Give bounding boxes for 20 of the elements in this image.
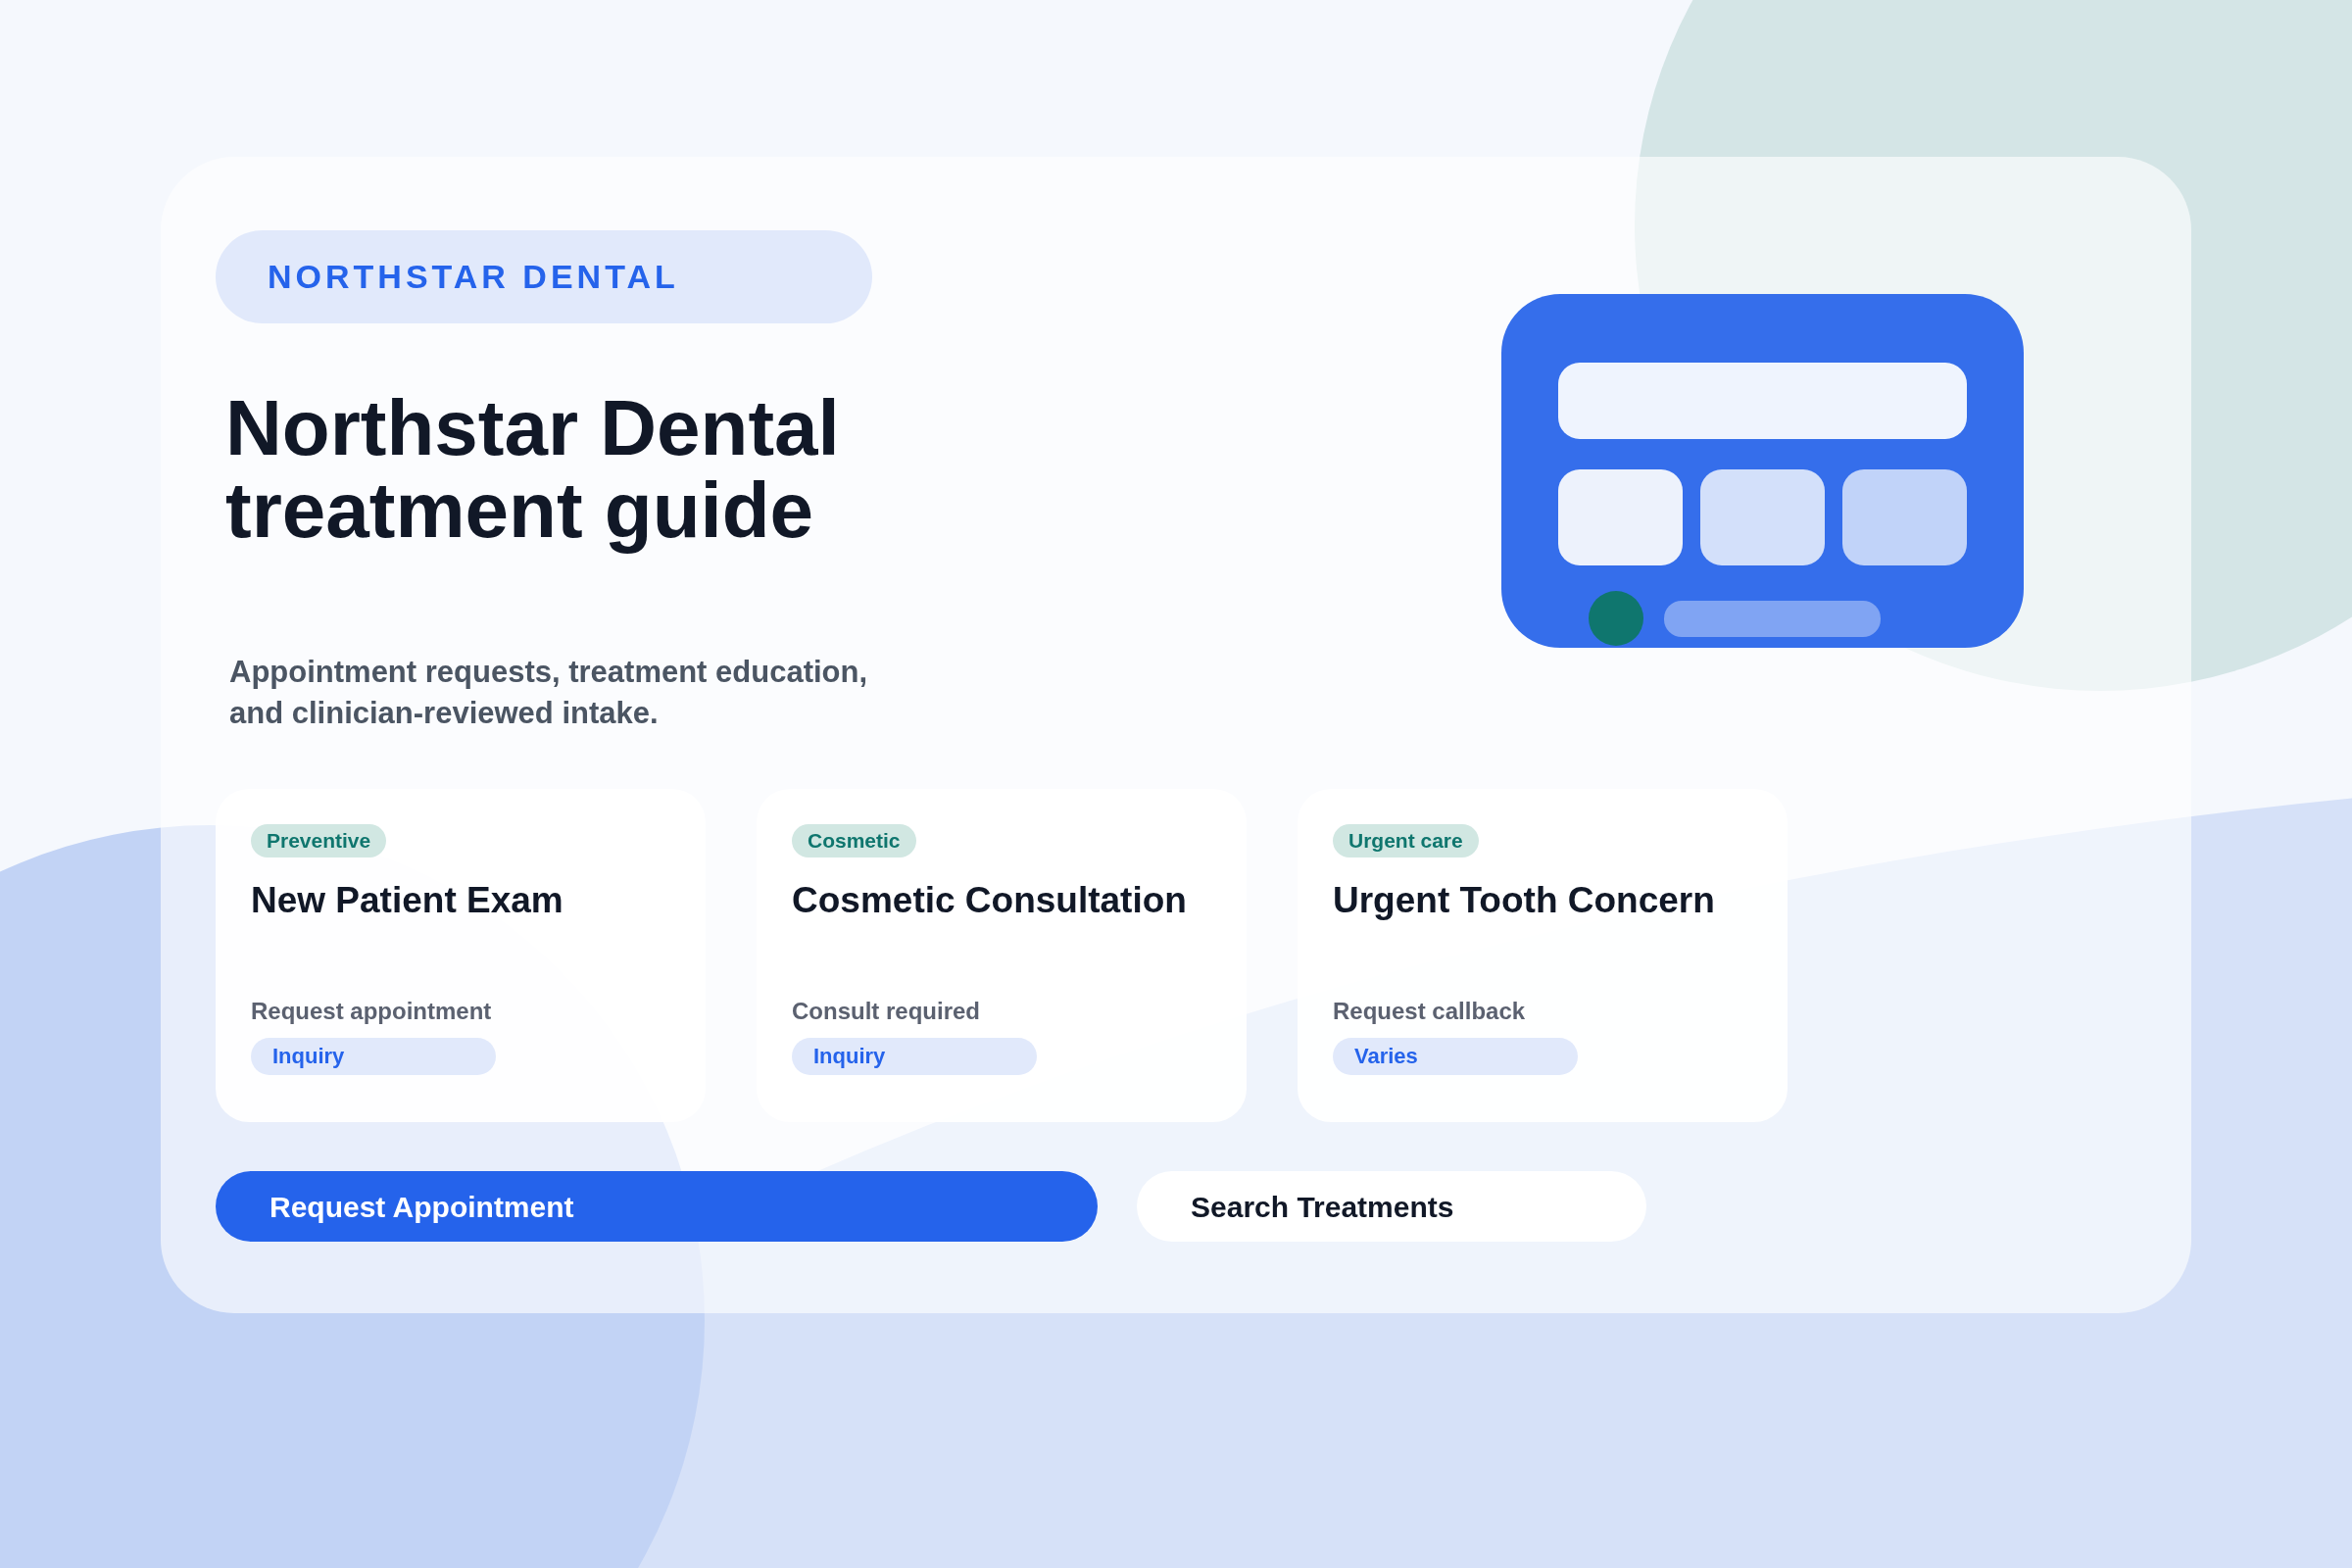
category-tag: Urgent care: [1333, 824, 1479, 858]
status-pill: Inquiry: [251, 1038, 496, 1075]
status-pill: Inquiry: [792, 1038, 1037, 1075]
subtitle: Appointment requests, treatment education, and clinician-reviewed intake.: [229, 654, 869, 732]
card-title: Urgent Tooth Concern: [1333, 879, 1716, 922]
search-button[interactable]: Search Treatments: [1137, 1171, 1646, 1242]
brand-label: NORTHSTAR DENTAL: [216, 230, 872, 323]
request-button[interactable]: Request Appointment: [216, 1171, 1098, 1242]
card-title: New Patient Exam: [251, 879, 564, 922]
treatment-card[interactable]: Cosmetic Cosmetic Consultation Consult required Inquiry: [757, 789, 1247, 1122]
card-title: Cosmetic Consultation: [792, 879, 1188, 922]
treatment-card[interactable]: Preventive New Patient Exam Request appointment Inquiry: [216, 789, 706, 1122]
card-note: Consult required: [792, 997, 981, 1026]
treatment-card[interactable]: Urgent care Urgent Tooth Concern Request callback Varies: [1298, 789, 1788, 1122]
card-note: Request appointment: [251, 997, 493, 1026]
card-note: Request callback: [1333, 997, 1527, 1026]
category-tag: Cosmetic: [792, 824, 916, 858]
status-pill: Varies: [1333, 1038, 1578, 1075]
page-title: Northstar Dental treatment guide: [225, 387, 841, 552]
category-tag: Preventive: [251, 824, 387, 858]
